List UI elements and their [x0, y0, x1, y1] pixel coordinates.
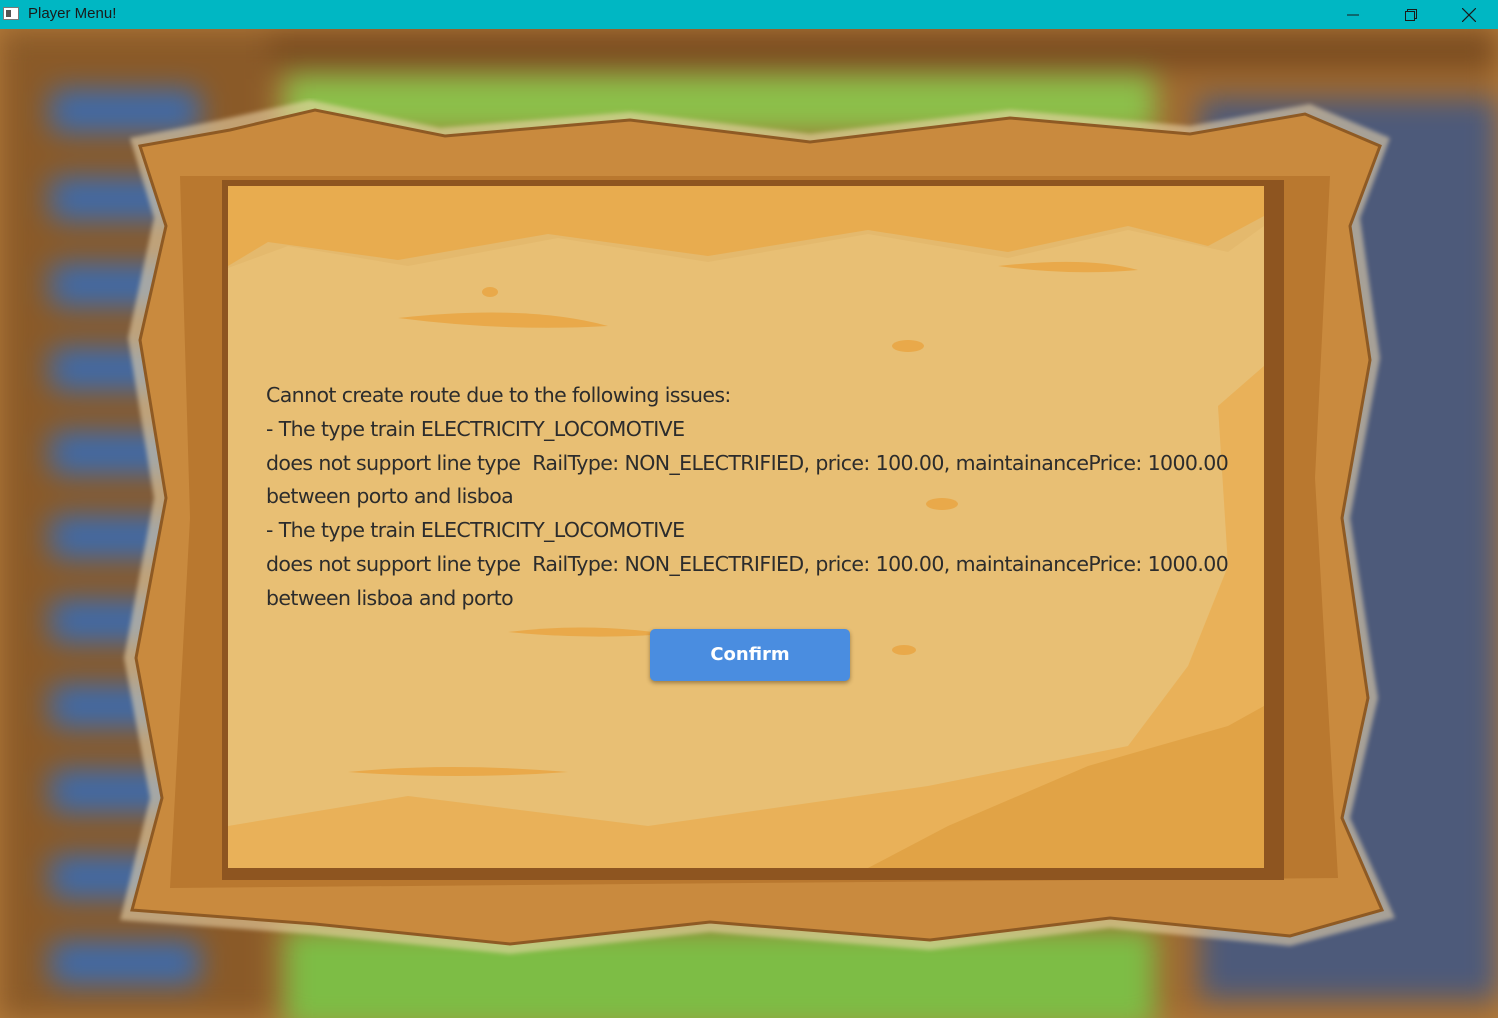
close-button[interactable]: [1440, 0, 1498, 29]
message-line: Cannot create route due to the following…: [266, 383, 731, 407]
message-line: does not support line type RailType: NON…: [266, 450, 1229, 475]
restore-icon: [1405, 8, 1417, 21]
error-message: Cannot create route due to the following…: [266, 379, 1266, 616]
message-line: between lisboa and porto: [266, 585, 514, 610]
message-line: between porto and lisboa: [266, 484, 514, 509]
minimize-button[interactable]: [1324, 0, 1382, 29]
title-bar[interactable]: Player Menu!: [0, 0, 1498, 29]
window-title: Player Menu!: [28, 5, 117, 22]
message-line: - The type train ELECTRICITY_LOCOMOTIVE: [266, 518, 685, 543]
app-icon: [3, 7, 19, 20]
close-icon: [1462, 7, 1476, 22]
restore-button[interactable]: [1382, 0, 1440, 29]
confirm-button[interactable]: Confirm: [650, 629, 850, 681]
message-line: does not support line type RailType: NON…: [266, 551, 1229, 576]
app-window: Player Menu! Cannot create route due to …: [0, 0, 1498, 1018]
message-line: - The type train ELECTRICITY_LOCOMOTIVE: [266, 416, 685, 441]
minimize-icon: [1347, 14, 1359, 15]
